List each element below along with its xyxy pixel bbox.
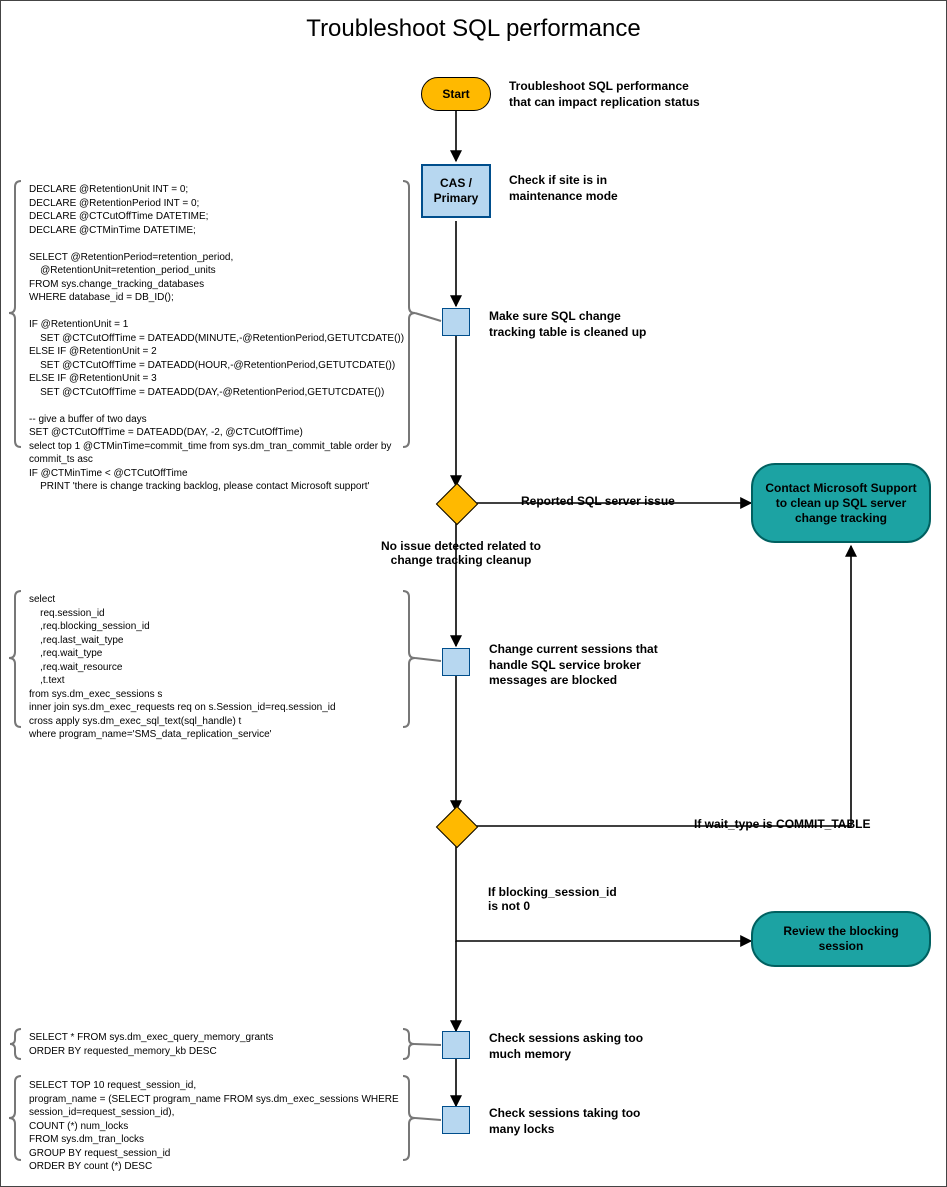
step-ct-cleanup-box: [442, 308, 470, 336]
code-block-memory: SELECT * FROM sys.dm_exec_query_memory_g…: [29, 1031, 399, 1058]
decision-wait-type: [442, 812, 472, 842]
edge-label-no-issue: No issue detected related to change trac…: [366, 539, 556, 567]
step-sessions-box: [442, 648, 470, 676]
code-block-locks: SELECT TOP 10 request_session_id, progra…: [29, 1079, 399, 1174]
decision-ct-issue: [442, 489, 472, 519]
step-ct-cleanup-label: Make sure SQL change tracking table is c…: [489, 309, 689, 340]
cas-note-label: Check if site is in maintenance mode: [509, 173, 709, 204]
code-block-retention: DECLARE @RetentionUnit INT = 0; DECLARE …: [29, 183, 399, 494]
cas-primary-node: CAS / Primary: [421, 164, 491, 218]
step-sessions-label: Change current sessions that handle SQL …: [489, 642, 699, 689]
edge-label-commit-table: If wait_type is COMMIT_TABLE: [694, 817, 870, 831]
step-locks-label: Check sessions taking too many locks: [489, 1106, 689, 1137]
terminator-review-blocking: Review the blocking session: [751, 911, 931, 967]
page-title: Troubleshoot SQL performance: [1, 15, 946, 43]
edge-label-blocking-session: If blocking_session_id is not 0: [488, 885, 648, 913]
step-locks-box: [442, 1106, 470, 1134]
edge-label-reported-issue: Reported SQL server issue: [521, 494, 675, 508]
start-node: Start: [421, 77, 491, 111]
code-block-sessions: select req.session_id ,req.blocking_sess…: [29, 593, 399, 742]
step-memory-label: Check sessions asking too much memory: [489, 1031, 689, 1062]
start-note-label: Troubleshoot SQL performance that can im…: [509, 79, 729, 110]
flowchart-canvas: Troubleshoot SQL performance: [0, 0, 947, 1187]
step-memory-box: [442, 1031, 470, 1059]
terminator-contact-support: Contact Microsoft Support to clean up SQ…: [751, 463, 931, 543]
